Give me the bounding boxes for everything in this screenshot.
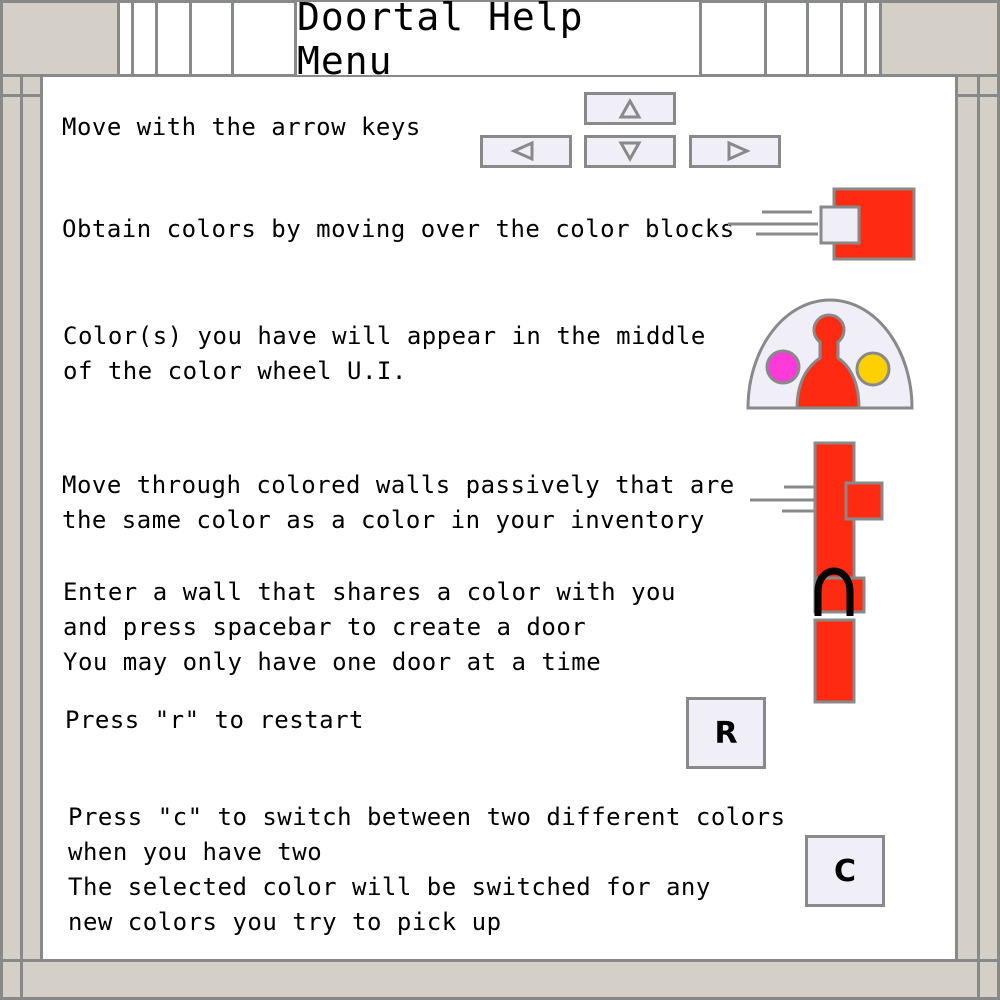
move-instruction: Move with the arrow keys — [62, 113, 421, 141]
player-square-in-wall — [844, 481, 884, 521]
triangle-left-icon — [510, 140, 534, 162]
header-stripe — [840, 3, 843, 74]
header-stripe — [155, 3, 158, 74]
color-wheel-ui-illustration — [746, 298, 914, 410]
door-instruction-line2: and press spacebar to create a door — [63, 613, 587, 641]
walls-instruction-line2: the same color as a color in your invent… — [62, 506, 705, 534]
header-stripe — [131, 3, 134, 74]
header-stripe — [117, 3, 120, 74]
obtain-instruction: Obtain colors by moving over the color b… — [62, 215, 735, 243]
header-stripe — [864, 3, 867, 74]
walls-instruction-line1: Move through colored walls passively tha… — [62, 471, 735, 499]
color-block-pickup-illustration — [728, 187, 916, 261]
switch-instruction-line4: new colors you try to pick up — [68, 908, 502, 936]
header-stripe — [879, 3, 882, 74]
restart-key: R — [686, 697, 766, 769]
magenta-color-slot — [765, 349, 801, 385]
wheel-instruction-line2: of the color wheel U.I. — [63, 357, 407, 385]
frame-rail-bottom — [0, 959, 1000, 962]
triangle-down-icon — [618, 141, 642, 163]
header-stripe — [764, 3, 767, 74]
frame-border-left — [0, 0, 3, 1000]
header-stripes-left — [117, 3, 294, 74]
door-instruction-line3: You may only have one door at a time — [63, 648, 602, 676]
switch-instruction-line2: when you have two — [68, 838, 323, 866]
frame-rail-left-outer — [20, 77, 23, 997]
red-wall-lower — [813, 618, 856, 704]
page-title: Doortal Help Menu — [294, 0, 702, 83]
header-stripes-right — [702, 3, 882, 74]
door-instruction-line1: Enter a wall that shares a color with yo… — [63, 578, 676, 606]
switch-instruction-line1: Press "c" to switch between two differen… — [68, 803, 786, 831]
triangle-up-icon — [618, 97, 642, 119]
header-stripe — [231, 3, 234, 74]
player-square — [819, 205, 861, 245]
frame-rail-right-outer — [977, 77, 980, 997]
switch-color-key: C — [805, 835, 885, 907]
header-stripe — [806, 3, 809, 74]
header-stripe — [189, 3, 192, 74]
colored-wall-illustration — [750, 441, 884, 704]
yellow-color-slot — [855, 351, 891, 387]
wheel-instruction-line1: Color(s) you have will appear in the mid… — [63, 322, 706, 350]
restart-instruction: Press "r" to restart — [65, 706, 364, 734]
triangle-right-icon — [727, 140, 751, 162]
switch-instruction-line3: The selected color will be switched for … — [68, 873, 711, 901]
